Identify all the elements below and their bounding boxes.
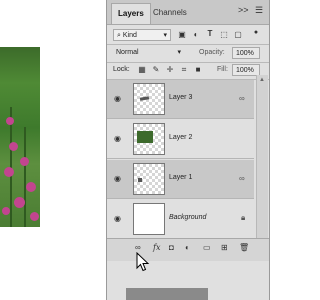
fx-icon[interactable]: fx [153, 243, 160, 252]
layer-thumbnail [133, 163, 165, 195]
new-layer-icon[interactable]: ⊞ [221, 243, 228, 252]
layer-thumbnail [133, 123, 165, 155]
layer-content-mark [138, 178, 142, 182]
lock-artboard-icon[interactable]: ⌗ [179, 65, 189, 75]
filter-kind-select[interactable]: ⌕ Kind ▾ [113, 29, 171, 41]
blend-row: Normal ▾ Opacity: 100% [107, 47, 269, 61]
layer-thumbnail [133, 203, 165, 235]
dock-edge [126, 288, 208, 300]
eye-icon[interactable]: ◉ [114, 174, 121, 183]
layer-content-mark [139, 96, 150, 101]
filter-kind-label: Kind [122, 32, 137, 39]
chevron-down-icon: ▾ [177, 49, 181, 56]
panel-tab-bar: Layers Channels >> ☰ [107, 0, 269, 25]
adjustment-layer-icon[interactable]: ◐ [185, 243, 190, 252]
eye-icon[interactable]: ◉ [114, 214, 121, 223]
filter-toggle-icon[interactable]: ● [250, 29, 262, 36]
pixel-filter-icon[interactable]: ▣ [177, 30, 187, 39]
layers-bottom-toolbar: ∞ fx ◘ ◐ ▭ ⊞ 🗑︎ [107, 238, 269, 261]
type-filter-icon[interactable]: T [205, 29, 215, 38]
lock-label: Lock: [113, 66, 130, 73]
adjustment-filter-icon[interactable]: ◐ [191, 30, 201, 39]
layer-name[interactable]: Layer 1 [169, 174, 192, 181]
panel-menu-icon[interactable]: ☰ [255, 5, 263, 16]
tab-layers[interactable]: Layers [111, 3, 151, 24]
layer-row-background[interactable]: ◉ Background 🔒︎ [107, 200, 254, 239]
eye-icon[interactable]: ◉ [114, 134, 121, 143]
lock-position-move-icon[interactable]: ✛ [165, 65, 175, 74]
search-icon: ⌕ [117, 32, 121, 39]
scrollbar[interactable]: ▲ ▼ [256, 75, 268, 251]
link-icon: ∞ [239, 94, 245, 103]
layer-content-image [137, 131, 153, 143]
layer-mask-icon[interactable]: ◘ [169, 243, 174, 252]
chevron-down-icon: ▾ [163, 32, 167, 39]
tab-channels[interactable]: Channels [147, 3, 193, 23]
mouse-cursor-icon [136, 252, 150, 272]
link-icon: ∞ [239, 174, 245, 183]
layer-name[interactable]: Background [169, 214, 206, 221]
divider [107, 62, 269, 63]
scroll-up-icon[interactable]: ▲ [259, 77, 265, 83]
opacity-label: Opacity: [199, 49, 225, 56]
fill-label: Fill: [217, 66, 228, 73]
opacity-input[interactable]: 100% [232, 47, 260, 59]
collapse-panel-icon[interactable]: >> [238, 5, 249, 15]
lock-icon: 🔒︎ [241, 213, 246, 222]
smart-object-filter-icon[interactable]: ▢ [233, 30, 243, 39]
blend-mode-select[interactable]: Normal ▾ [113, 47, 183, 59]
layer-name[interactable]: Layer 3 [169, 94, 192, 101]
shape-filter-icon[interactable]: ⬚ [219, 30, 229, 39]
eye-icon[interactable]: ◉ [114, 94, 121, 103]
group-folder-icon[interactable]: ▭ [203, 243, 211, 252]
layer-name[interactable]: Layer 2 [169, 134, 192, 141]
lock-all-icon[interactable]: ■ [193, 65, 203, 74]
layer-row-layer-1[interactable]: ◉ Layer 1 ∞ [107, 160, 254, 199]
lock-transparent-icon[interactable]: ▦ [137, 65, 147, 74]
layer-thumbnail [133, 83, 165, 115]
layers-panel: Layers Channels >> ☰ ⌕ Kind ▾ ▣ ◐ T ⬚ ▢ … [106, 0, 270, 300]
layer-row-layer-2[interactable]: ◉ Layer 2 [107, 120, 254, 159]
lock-image-brush-icon[interactable]: ✎ [151, 65, 161, 74]
filter-row: ⌕ Kind ▾ ▣ ◐ T ⬚ ▢ ● [107, 29, 269, 43]
divider [107, 44, 269, 45]
blend-mode-value: Normal [116, 49, 139, 56]
layer-row-layer-3[interactable]: ◉ Layer 3 ∞ [107, 80, 254, 119]
fill-value: 100% [236, 67, 254, 74]
lock-row: Lock: ▦ ✎ ✛ ⌗ ■ Fill: 100% [107, 64, 269, 77]
trash-icon[interactable]: 🗑︎ [239, 243, 249, 252]
link-layers-icon[interactable]: ∞ [135, 243, 141, 252]
opacity-value: 100% [236, 50, 254, 57]
canvas-image [0, 47, 40, 227]
